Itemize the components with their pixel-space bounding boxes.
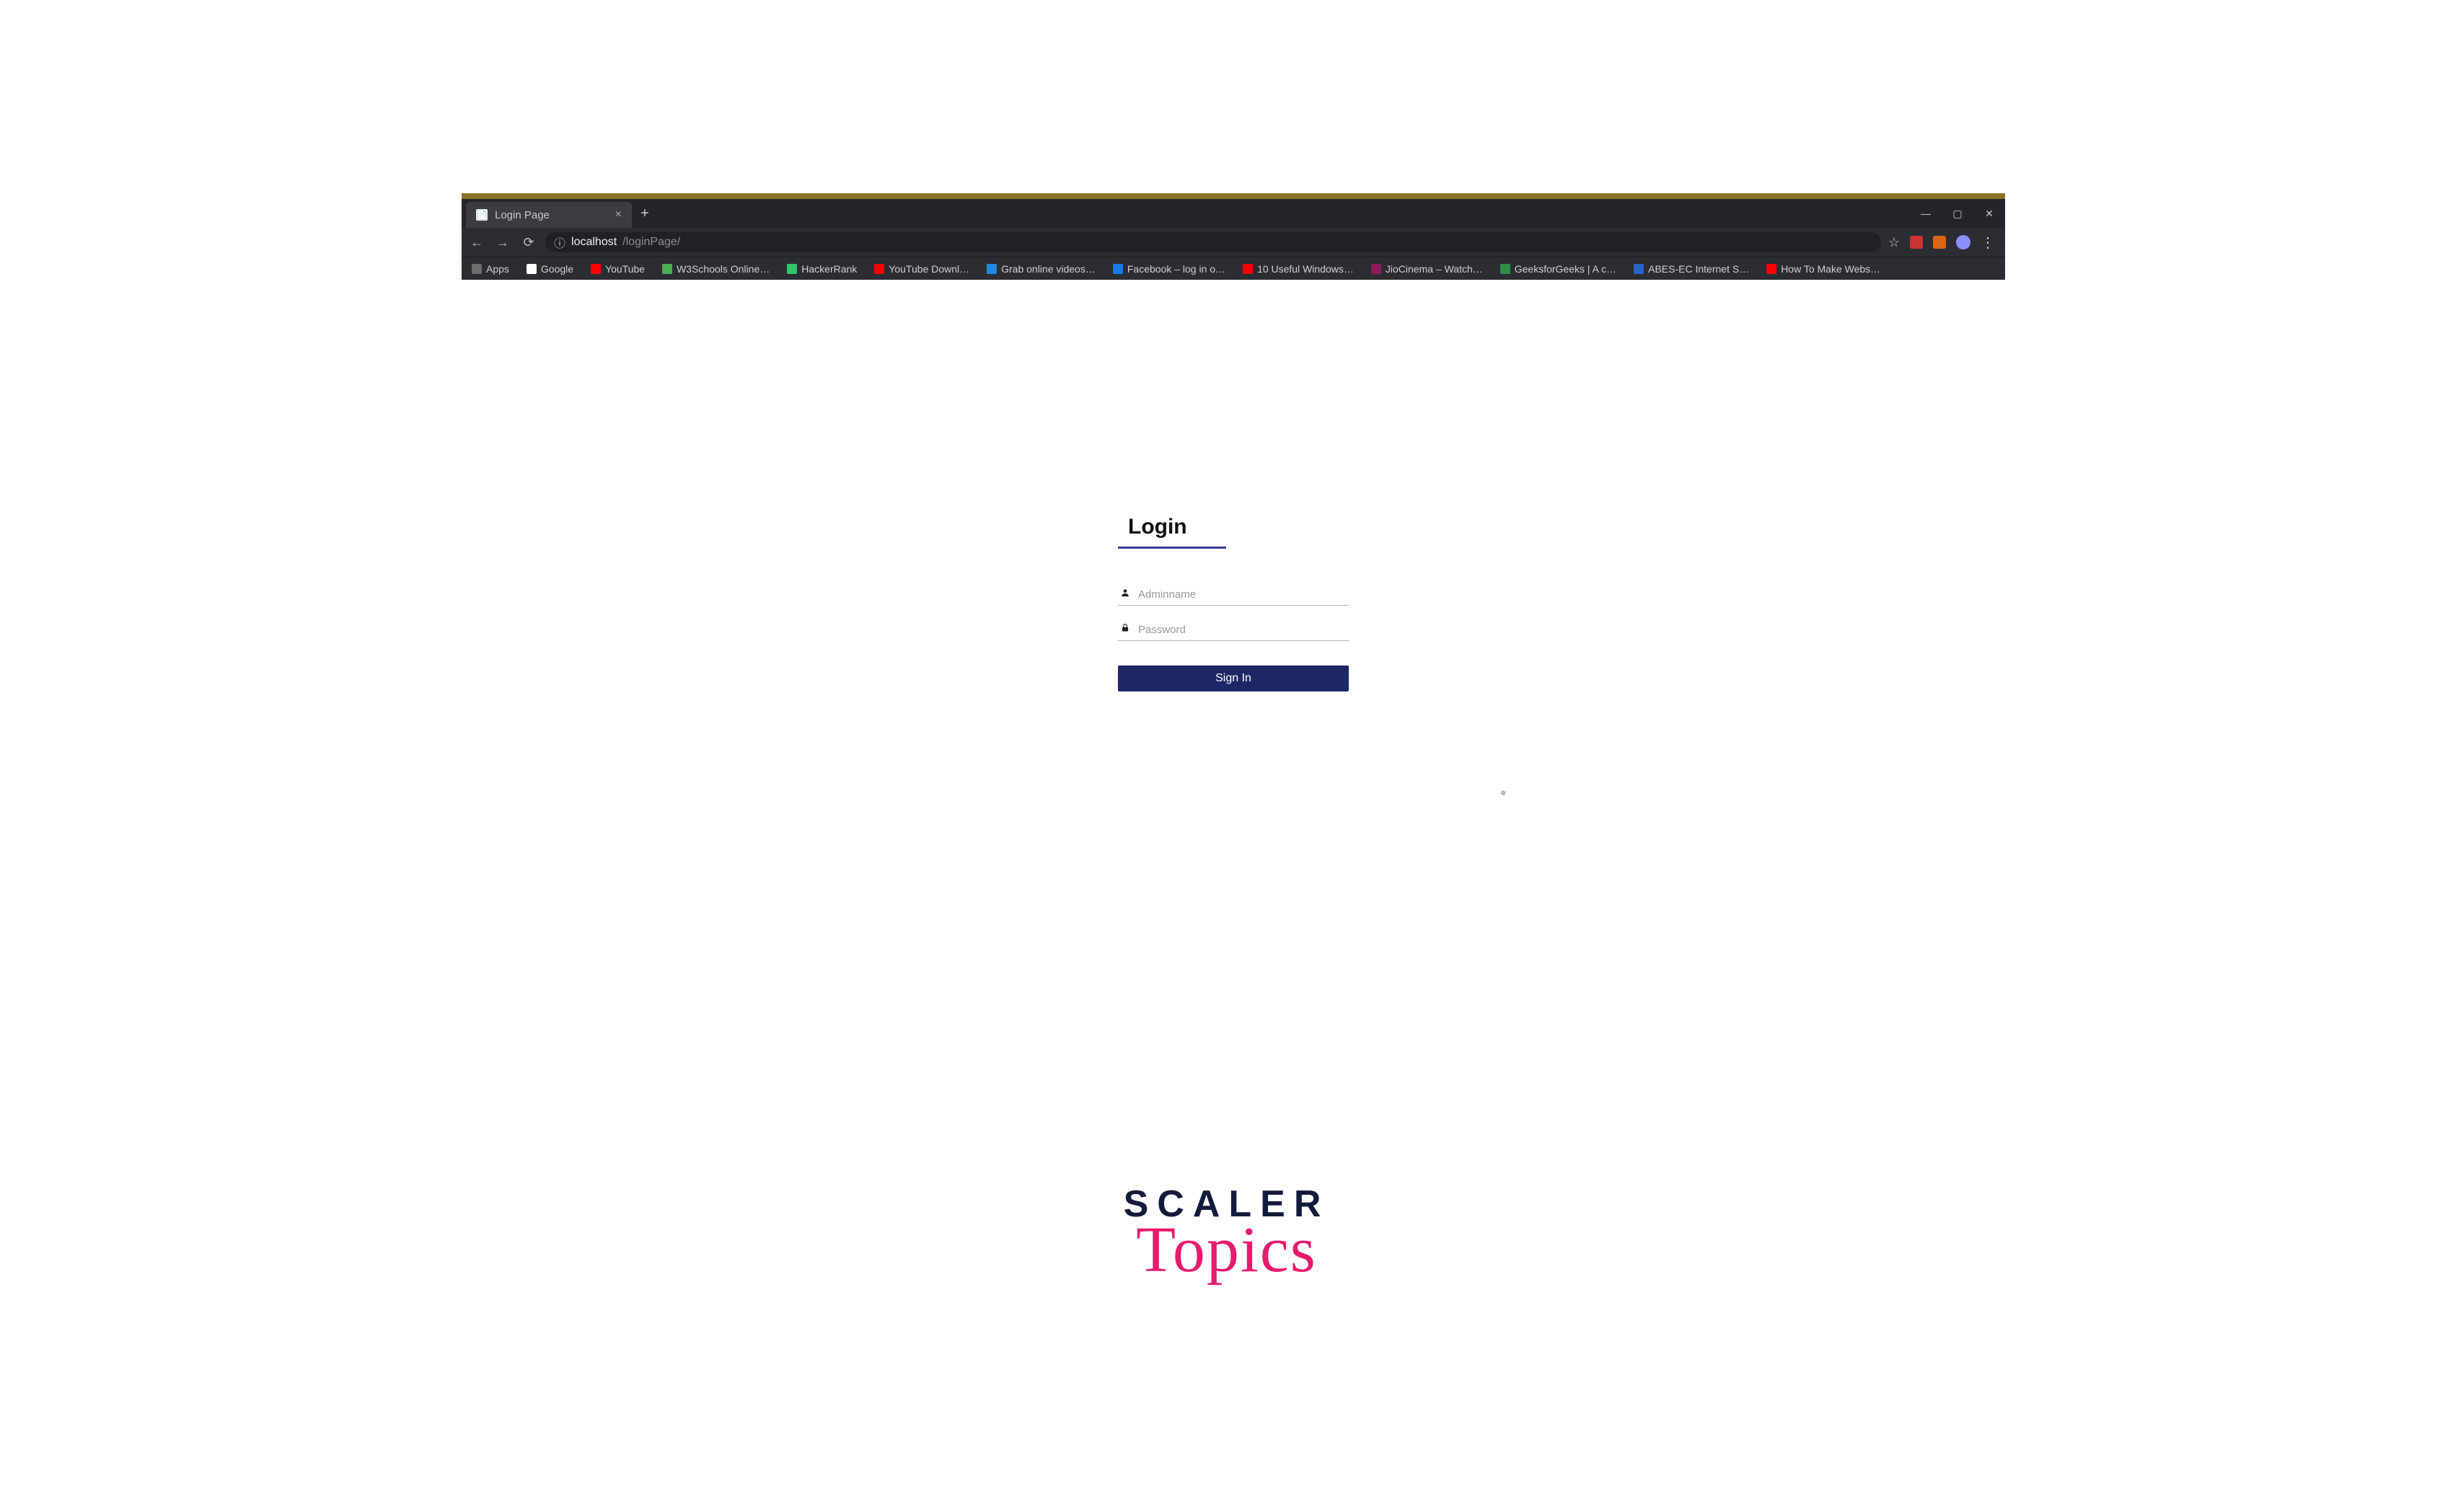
- bookmark-favicon-icon: [787, 264, 797, 274]
- bookmark-label: GeeksforGeeks | A c…: [1515, 263, 1616, 275]
- minimize-button[interactable]: —: [1910, 199, 1942, 228]
- bookmark-item[interactable]: Google: [527, 263, 573, 275]
- url-input[interactable]: ⓘ localhost/loginPage/: [545, 232, 1881, 252]
- bookmark-item[interactable]: Facebook – log in o…: [1113, 263, 1225, 275]
- bookmark-item[interactable]: YouTube Downl…: [874, 263, 969, 275]
- bookmark-favicon-icon: [1243, 264, 1253, 274]
- username-input[interactable]: [1138, 588, 1347, 601]
- title-underline: [1118, 547, 1226, 549]
- profile-avatar-icon[interactable]: [1956, 235, 1970, 249]
- browser-titlebar: Login Page × + — ▢ ✕: [462, 199, 2005, 228]
- bookmark-favicon-icon: [1371, 264, 1381, 274]
- bookmark-item[interactable]: YouTube: [591, 263, 645, 275]
- bookmark-favicon-icon: [591, 264, 601, 274]
- page-favicon-icon: [476, 209, 488, 221]
- close-tab-icon[interactable]: ×: [615, 208, 622, 221]
- bookmark-star-icon[interactable]: ☆: [1888, 235, 1900, 250]
- password-field: [1118, 619, 1349, 641]
- user-icon: [1119, 588, 1131, 601]
- bookmark-label: YouTube: [605, 263, 645, 275]
- address-bar: ← → ⟳ ⓘ localhost/loginPage/ ☆ ⋮: [462, 228, 2005, 257]
- password-input[interactable]: [1138, 624, 1347, 636]
- toolbar-right: ☆ ⋮: [1888, 234, 1999, 252]
- bookmark-favicon-icon: [987, 264, 997, 274]
- bookmark-item[interactable]: 10 Useful Windows…: [1243, 263, 1354, 275]
- sign-in-button[interactable]: Sign In: [1118, 666, 1349, 691]
- bookmark-label: YouTube Downl…: [889, 263, 969, 275]
- bookmark-favicon-icon: [1634, 264, 1644, 274]
- bookmark-favicon-icon: [472, 264, 482, 274]
- close-window-button[interactable]: ✕: [1973, 199, 2005, 228]
- tab-active[interactable]: Login Page ×: [466, 202, 632, 228]
- mouse-cursor-icon: ⌖: [1499, 787, 1508, 801]
- site-info-icon[interactable]: ⓘ: [554, 234, 565, 251]
- bookmark-item[interactable]: JioCinema – Watch…: [1371, 263, 1483, 275]
- bookmark-item[interactable]: How To Make Webs…: [1766, 263, 1880, 275]
- lock-icon: [1119, 623, 1131, 636]
- window-controls: — ▢ ✕: [1910, 199, 2005, 228]
- forward-button[interactable]: →: [493, 235, 512, 250]
- page-content: Login Sign In ⌖: [462, 280, 2005, 1066]
- bookmark-favicon-icon: [662, 264, 672, 274]
- watermark: SCALER Topics: [1124, 1182, 1330, 1287]
- watermark-line2: Topics: [1124, 1213, 1330, 1287]
- bookmark-label: JioCinema – Watch…: [1386, 263, 1483, 275]
- bookmark-label: Grab online videos…: [1001, 263, 1096, 275]
- bookmark-favicon-icon: [874, 264, 884, 274]
- bookmark-item[interactable]: Apps: [472, 263, 509, 275]
- extension-icon[interactable]: [1910, 236, 1923, 249]
- tab-title: Login Page: [495, 209, 550, 221]
- bookmark-label: HackerRank: [801, 263, 857, 275]
- url-path: /loginPage/: [622, 236, 680, 249]
- bookmark-item[interactable]: GeeksforGeeks | A c…: [1500, 263, 1616, 275]
- bookmark-label: Apps: [486, 263, 509, 275]
- username-field: [1118, 583, 1349, 606]
- bookmark-favicon-icon: [1766, 264, 1776, 274]
- bookmark-label: 10 Useful Windows…: [1257, 263, 1354, 275]
- login-form: Login Sign In: [1118, 510, 1349, 691]
- bookmark-item[interactable]: HackerRank: [787, 263, 857, 275]
- bookmark-label: W3Schools Online…: [677, 263, 770, 275]
- bookmark-label: Facebook – log in o…: [1127, 263, 1225, 275]
- bookmark-favicon-icon: [1500, 264, 1510, 274]
- back-button[interactable]: ←: [467, 235, 486, 250]
- bookmark-item[interactable]: ABES-EC Internet S…: [1634, 263, 1749, 275]
- extension-icon[interactable]: [1933, 236, 1946, 249]
- reload-button[interactable]: ⟳: [519, 235, 538, 250]
- bookmark-label: ABES-EC Internet S…: [1648, 263, 1749, 275]
- browser-window: Login Page × + — ▢ ✕ ← → ⟳ ⓘ localhost/l…: [462, 193, 2005, 1066]
- browser-menu-icon[interactable]: ⋮: [1981, 234, 1995, 252]
- bookmark-label: How To Make Webs…: [1781, 263, 1880, 275]
- bookmark-label: Google: [541, 263, 573, 275]
- url-host: localhost: [571, 236, 617, 249]
- bookmark-item[interactable]: W3Schools Online…: [662, 263, 770, 275]
- maximize-button[interactable]: ▢: [1942, 199, 1973, 228]
- bookmarks-bar: Apps Google YouTube W3Schools Online… Ha…: [462, 257, 2005, 280]
- bookmark-favicon-icon: [1113, 264, 1123, 274]
- bookmark-item[interactable]: Grab online videos…: [987, 263, 1096, 275]
- bookmark-favicon-icon: [527, 264, 537, 274]
- new-tab-button[interactable]: +: [632, 199, 658, 228]
- login-title: Login: [1118, 510, 1349, 547]
